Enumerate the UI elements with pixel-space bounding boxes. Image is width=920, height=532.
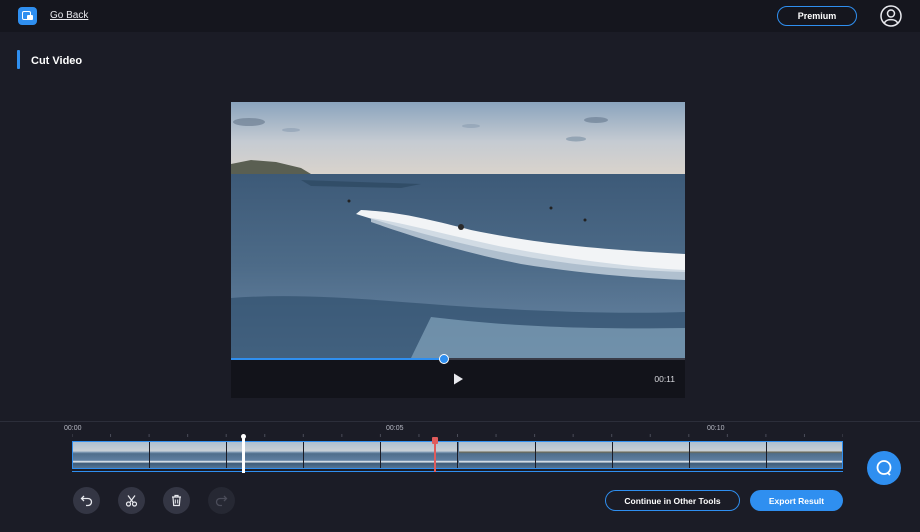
redo-button[interactable] <box>208 487 235 514</box>
video-tool-logo-icon[interactable] <box>18 7 37 25</box>
top-bar: Go Back Premium <box>0 0 920 32</box>
video-duration: 00:11 <box>654 374 675 384</box>
timeline-thumbnail <box>73 442 151 468</box>
premium-button[interactable]: Premium <box>777 6 857 26</box>
timeline-thumbnail <box>689 442 767 468</box>
timeline-divider <box>0 421 920 422</box>
seek-bar-progress <box>231 358 445 360</box>
timeline-tick-label: 00:00 <box>64 425 82 432</box>
timeline-strip-border <box>72 471 843 472</box>
timeline-thumbnail <box>612 442 690 468</box>
page-title: Cut Video <box>31 55 83 67</box>
section-accent-bar <box>17 50 20 69</box>
chat-bubble-icon <box>876 460 892 476</box>
video-preview <box>231 102 685 358</box>
timeline-thumbnail <box>766 442 842 468</box>
timeline-thumbnail <box>381 442 459 468</box>
play-icon[interactable] <box>451 372 465 386</box>
redo-icon <box>215 495 228 507</box>
timeline-thumbnail <box>458 442 536 468</box>
seek-handle[interactable] <box>439 354 450 364</box>
seek-bar[interactable] <box>231 354 685 364</box>
timeline-thumbnail <box>227 442 305 468</box>
go-back-link[interactable]: Go Back <box>50 10 88 21</box>
timeline-tick-label: 00:10 <box>707 425 725 432</box>
user-circle-icon[interactable] <box>880 5 902 27</box>
delete-button[interactable] <box>163 487 190 514</box>
timeline-thumbnail-strip[interactable] <box>72 441 843 469</box>
video-player: 00:11 <box>231 102 685 398</box>
scissors-icon <box>125 495 138 507</box>
undo-icon <box>80 495 93 507</box>
export-result-button[interactable]: Export Result <box>750 490 843 511</box>
timeline-ruler <box>72 434 843 437</box>
timeline-tick-label: 00:05 <box>386 425 404 432</box>
timeline-thumbnail <box>150 442 228 468</box>
undo-button[interactable] <box>73 487 100 514</box>
trash-icon <box>172 494 181 507</box>
support-chat-button[interactable] <box>867 451 901 485</box>
timeline-thumbnail <box>535 442 613 468</box>
timeline-thumbnail <box>304 442 382 468</box>
trim-start-handle[interactable] <box>240 434 246 473</box>
cut-button[interactable] <box>118 487 145 514</box>
continue-in-other-tools-button[interactable]: Continue in Other Tools <box>605 490 740 511</box>
timeline-playhead[interactable] <box>432 437 439 472</box>
